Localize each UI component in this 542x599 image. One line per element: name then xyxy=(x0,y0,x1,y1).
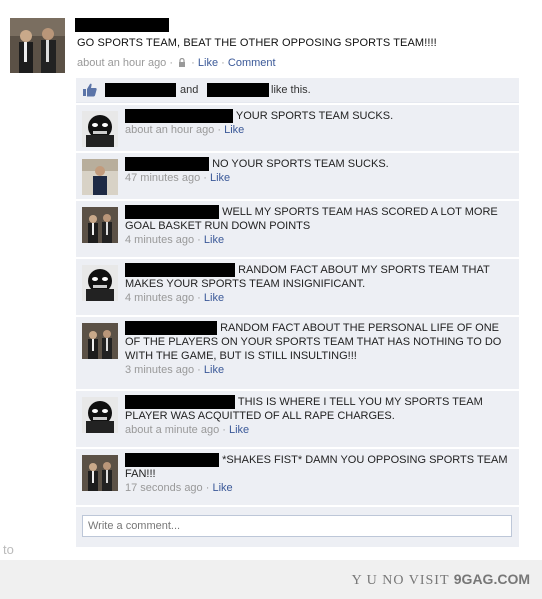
post-meta: about an hour ago · · Like · Comment xyxy=(77,57,276,69)
comment-timestamp: 4 minutes ago xyxy=(125,292,195,304)
post-author-avatar[interactable] xyxy=(10,18,65,73)
comment-like-link[interactable]: Like xyxy=(212,482,232,494)
comment-text: NO YOUR SPORTS TEAM SUCKS. xyxy=(212,158,389,170)
commenter-avatar[interactable] xyxy=(82,207,118,243)
comment-like-link[interactable]: Like xyxy=(210,172,230,184)
write-comment-input[interactable]: Write a comment... xyxy=(82,515,512,537)
comment-like-link[interactable]: Like xyxy=(224,124,244,136)
footer-watermark: Y U NO VISIT 9GAG.COM xyxy=(351,571,530,588)
comment: RANDOM FACT ABOUT MY SPORTS TEAM THAT MA… xyxy=(76,259,519,315)
comment-timestamp: 17 seconds ago xyxy=(125,482,203,494)
footer-bar: Y U NO VISIT 9GAG.COM xyxy=(0,560,542,599)
comment-like-link[interactable]: Like xyxy=(204,364,224,376)
comment: WELL MY SPORTS TEAM HAS SCORED A LOT MOR… xyxy=(76,201,519,257)
comment: *SHAKES FIST* DAMN YOU OPPOSING SPORTS T… xyxy=(76,449,519,505)
post-timestamp[interactable]: about an hour ago xyxy=(77,57,166,69)
commenter-avatar[interactable] xyxy=(82,397,118,433)
commenter-name-redacted[interactable] xyxy=(125,453,219,467)
commenter-name-redacted[interactable] xyxy=(125,395,235,409)
commenter-name-redacted[interactable] xyxy=(125,205,219,219)
comment: RANDOM FACT ABOUT THE PERSONAL LIFE OF O… xyxy=(76,317,519,389)
liker-name-redacted[interactable] xyxy=(105,83,176,97)
comment-timestamp: 3 minutes ago xyxy=(125,364,195,376)
likes-row: and like this. xyxy=(76,78,519,103)
post-like-link[interactable]: Like xyxy=(198,57,218,69)
privacy-lock-icon[interactable] xyxy=(178,58,186,67)
post-comment-link[interactable]: Comment xyxy=(228,57,276,69)
post-author-name-redacted xyxy=(75,18,169,32)
commenter-avatar[interactable] xyxy=(82,455,118,491)
comment-like-link[interactable]: Like xyxy=(229,424,249,436)
footer-brand: 9GAG.COM xyxy=(453,571,530,587)
post-text: GO SPORTS TEAM, BEAT THE OTHER OPPOSING … xyxy=(77,37,437,49)
comment-timestamp: about a minute ago xyxy=(125,424,220,436)
commenter-avatar[interactable] xyxy=(82,111,118,147)
commenter-name-redacted[interactable] xyxy=(125,321,217,335)
commenter-name-redacted[interactable] xyxy=(125,109,233,123)
comment-like-link[interactable]: Like xyxy=(204,292,224,304)
comment-text: YOUR SPORTS TEAM SUCKS. xyxy=(235,110,394,122)
comment-like-link[interactable]: Like xyxy=(204,234,224,246)
comment-timestamp: about an hour ago xyxy=(125,124,215,136)
commenter-name-redacted[interactable] xyxy=(125,157,209,171)
side-text: to xyxy=(3,542,14,557)
thumbs-up-icon xyxy=(83,83,97,97)
liker-name-redacted[interactable] xyxy=(207,83,269,97)
comment-timestamp: 4 minutes ago xyxy=(125,234,195,246)
commenter-name-redacted[interactable] xyxy=(125,263,235,277)
commenter-avatar[interactable] xyxy=(82,159,118,195)
comment-thread: and like this. YOUR SPORTS TEAM SUCKS. a… xyxy=(76,78,519,547)
comment: NO YOUR SPORTS TEAM SUCKS. 47 minutes ag… xyxy=(76,153,519,199)
write-comment-row: Write a comment... xyxy=(76,507,519,547)
comment-timestamp: 47 minutes ago xyxy=(125,172,201,184)
commenter-avatar[interactable] xyxy=(82,265,118,301)
comment: YOUR SPORTS TEAM SUCKS. about an hour ag… xyxy=(76,105,519,151)
comment: THIS IS WHERE I TELL YOU MY SPORTS TEAM … xyxy=(76,391,519,447)
commenter-avatar[interactable] xyxy=(82,323,118,359)
